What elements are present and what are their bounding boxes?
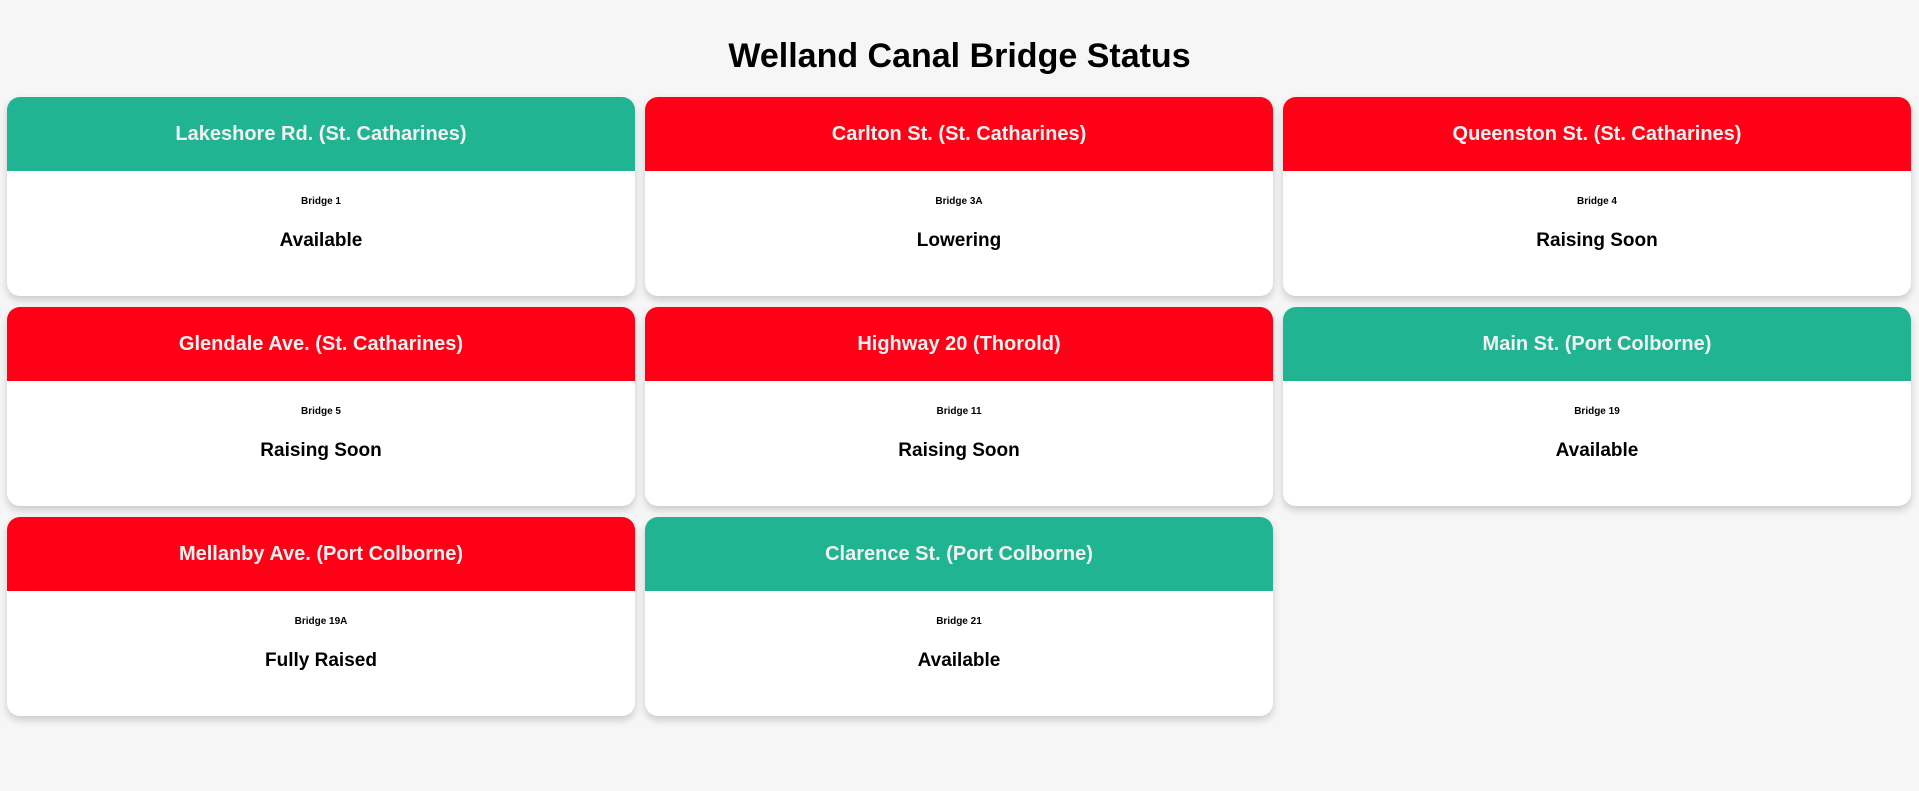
bridge-card[interactable]: Main St. (Port Colborne) Bridge 19 Avail…: [1283, 307, 1911, 506]
bridge-card[interactable]: Glendale Ave. (St. Catharines) Bridge 5 …: [7, 307, 635, 506]
bridge-card-body: Bridge 5 Raising Soon: [7, 381, 635, 506]
bridge-number: Bridge 1: [300, 196, 341, 207]
bridge-card[interactable]: Highway 20 (Thorold) Bridge 11 Raising S…: [645, 307, 1273, 506]
bridge-card-body: Bridge 11 Raising Soon: [645, 381, 1273, 506]
bridge-card[interactable]: Queenston St. (St. Catharines) Bridge 4 …: [1283, 97, 1911, 296]
bridge-card[interactable]: Clarence St. (Port Colborne) Bridge 21 A…: [645, 517, 1273, 716]
bridge-card-body: Bridge 21 Available: [645, 591, 1273, 716]
bridge-card-body: Bridge 19A Fully Raised: [7, 591, 635, 716]
bridge-card[interactable]: Carlton St. (St. Catharines) Bridge 3A L…: [645, 97, 1273, 296]
bridge-number: Bridge 4: [1576, 196, 1617, 207]
bridge-card[interactable]: Mellanby Ave. (Port Colborne) Bridge 19A…: [7, 517, 635, 716]
bridge-card-header: Mellanby Ave. (Port Colborne): [7, 517, 635, 591]
bridge-card-header: Clarence St. (Port Colborne): [645, 517, 1273, 591]
page: Welland Canal Bridge Status Lakeshore Rd…: [0, 0, 1919, 791]
bridge-status: Raising Soon: [1536, 230, 1658, 251]
bridge-status: Raising Soon: [260, 440, 382, 461]
bridge-card-body: Bridge 1 Available: [7, 171, 635, 296]
bridge-number: Bridge 5: [300, 406, 341, 417]
bridge-card-body: Bridge 4 Raising Soon: [1283, 171, 1911, 296]
bridge-status: Raising Soon: [898, 440, 1020, 461]
bridge-status: Available: [279, 230, 363, 251]
bridge-card-header: Carlton St. (St. Catharines): [645, 97, 1273, 171]
bridge-status: Available: [917, 650, 1001, 671]
bridge-number: Bridge 11: [936, 406, 982, 417]
bridge-card[interactable]: Lakeshore Rd. (St. Catharines) Bridge 1 …: [7, 97, 635, 296]
bridge-card-header: Queenston St. (St. Catharines): [1283, 97, 1911, 171]
bridge-card-header: Glendale Ave. (St. Catharines): [7, 307, 635, 381]
bridge-number: Bridge 3A: [935, 196, 983, 207]
page-title: Welland Canal Bridge Status: [728, 37, 1191, 75]
bridge-card-header: Main St. (Port Colborne): [1283, 307, 1911, 381]
bridge-card-header: Lakeshore Rd. (St. Catharines): [7, 97, 635, 171]
bridge-card-header: Highway 20 (Thorold): [645, 307, 1273, 381]
bridge-status: Lowering: [916, 230, 1002, 251]
bridge-number: Bridge 19: [1574, 406, 1620, 417]
bridge-card-body: Bridge 3A Lowering: [645, 171, 1273, 296]
bridge-number: Bridge 19A: [294, 616, 348, 627]
bridge-status: Available: [1555, 440, 1639, 461]
bridge-status: Fully Raised: [265, 650, 377, 671]
bridge-card-body: Bridge 19 Available: [1283, 381, 1911, 506]
bridge-number: Bridge 21: [936, 616, 982, 627]
bridge-grid: Lakeshore Rd. (St. Catharines) Bridge 1 …: [7, 97, 1911, 716]
